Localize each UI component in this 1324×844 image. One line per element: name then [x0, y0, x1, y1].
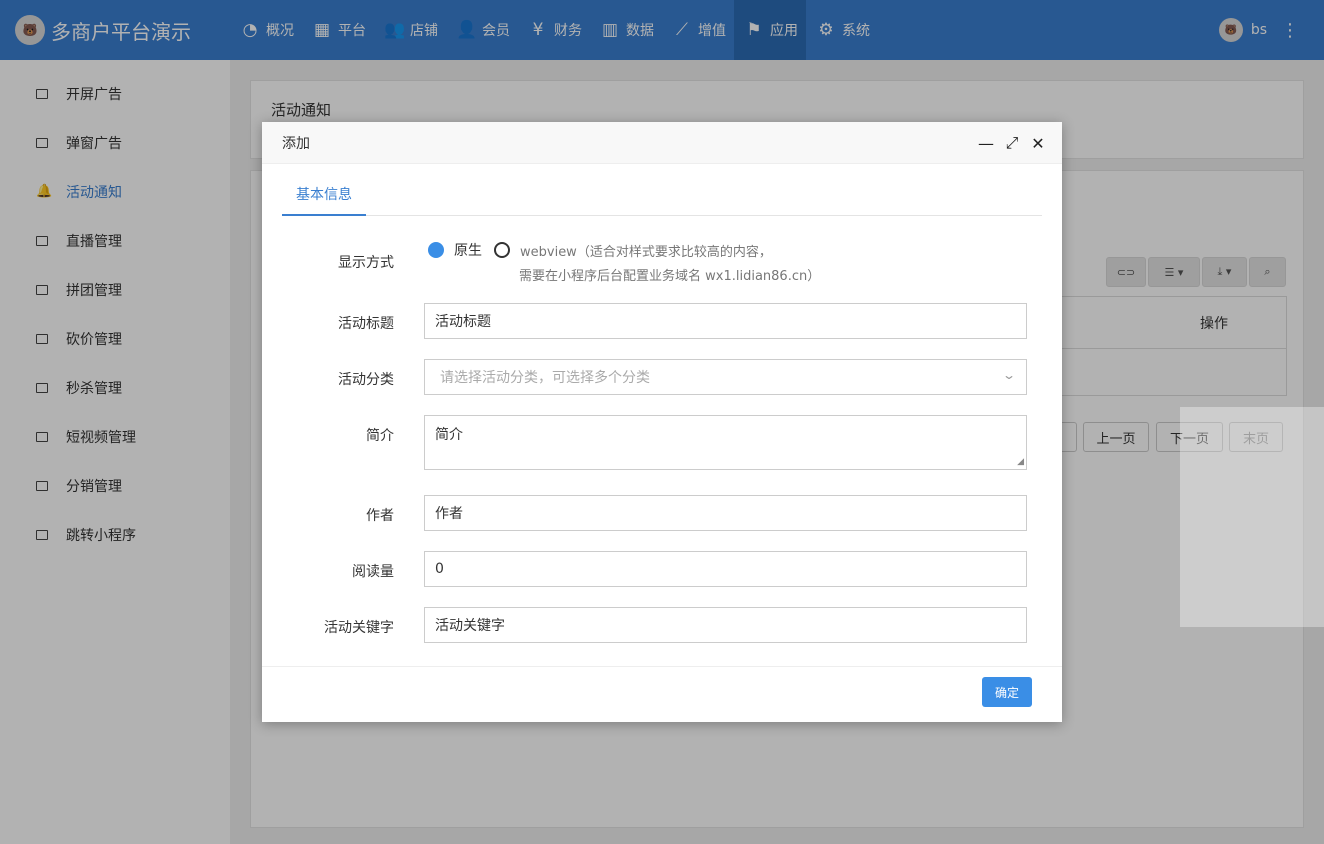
intro-text: 简介: [435, 427, 463, 443]
drag-ghost: [1180, 407, 1324, 627]
maximize-icon[interactable]: ⤢: [1004, 133, 1020, 152]
title-input[interactable]: 活动标题: [424, 303, 1027, 339]
minimize-icon[interactable]: —: [978, 134, 994, 153]
resize-handle-icon[interactable]: ◢: [1017, 457, 1024, 467]
dialog-header: 添加: [262, 122, 1062, 164]
category-label: 活动分类: [338, 372, 394, 388]
intro-label: 简介: [366, 428, 394, 444]
display-mode-label: 显示方式: [338, 255, 394, 271]
dialog-title: 添加: [282, 135, 310, 152]
dialog-tabs: 基本信息: [282, 174, 1042, 216]
reads-label: 阅读量: [352, 564, 394, 580]
keywords-label: 活动关键字: [324, 620, 394, 636]
radio-webview[interactable]: [494, 242, 510, 258]
category-select[interactable]: 请选择活动分类，可选择多个分类 ⌄: [424, 359, 1027, 395]
author-input[interactable]: 作者: [424, 495, 1027, 531]
add-dialog: 添加 — ⤢ ✕ 基本信息 显示方式 原生 webview（适合对样式要求比较高…: [262, 122, 1062, 722]
chevron-down-icon: ⌄: [1001, 368, 1017, 382]
webview-note: 需要在小程序后台配置业务域名 wx1.lidian86.cn）: [519, 269, 821, 284]
keywords-input[interactable]: 活动关键字: [424, 607, 1027, 643]
radio-webview-label: webview（适合对样式要求比较高的内容，: [520, 244, 772, 260]
category-placeholder: 请选择活动分类，可选择多个分类: [440, 370, 650, 386]
intro-textarea[interactable]: 简介 ◢: [424, 415, 1027, 470]
confirm-button[interactable]: 确定: [982, 677, 1032, 707]
title-label: 活动标题: [338, 316, 394, 332]
radio-native-label: 原生: [454, 243, 482, 259]
dialog-controls: — ⤢ ✕: [978, 133, 1046, 153]
author-label: 作者: [366, 508, 394, 524]
radio-native[interactable]: [428, 242, 444, 258]
display-mode-radios: 原生 webview（适合对样式要求比较高的内容，: [428, 240, 772, 260]
dialog-footer: 确定: [262, 666, 1062, 722]
tab-basic-info[interactable]: 基本信息: [282, 174, 366, 216]
close-icon[interactable]: ✕: [1030, 134, 1046, 153]
reads-input[interactable]: 0: [424, 551, 1027, 587]
